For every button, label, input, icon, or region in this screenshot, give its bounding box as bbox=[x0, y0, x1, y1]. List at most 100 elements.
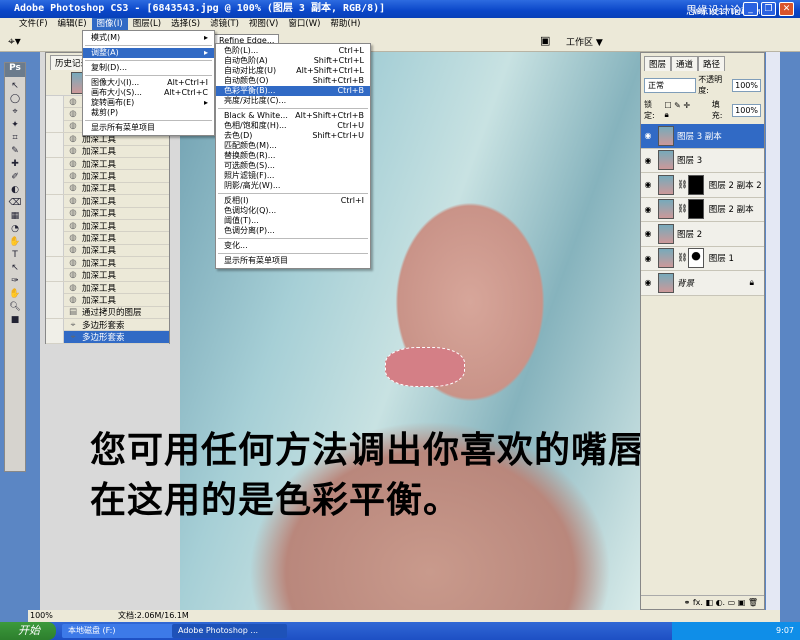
menu-item[interactable]: 裁剪(P) bbox=[83, 108, 214, 118]
history-item[interactable]: ◍ 加深工具 bbox=[46, 145, 169, 158]
history-item[interactable]: ◍ 加深工具 bbox=[46, 157, 169, 171]
tool-10-icon[interactable]: ▦ bbox=[5, 211, 25, 224]
history-source-checkbox[interactable] bbox=[46, 293, 64, 306]
eye-icon[interactable]: ◉ bbox=[641, 131, 655, 140]
menu-item[interactable]: 自动颜色(O) Shift+Ctrl+B bbox=[216, 76, 370, 86]
menu-item[interactable]: 显示所有菜单项目 bbox=[216, 256, 370, 266]
tool-17-icon[interactable]: 🔍︎ bbox=[5, 302, 25, 315]
history-source-checkbox[interactable] bbox=[46, 108, 64, 121]
eye-icon[interactable]: ◉ bbox=[641, 156, 655, 165]
close-button[interactable]: ✕ bbox=[779, 2, 794, 16]
menu-item[interactable]: 模式(M) ▸ bbox=[83, 33, 214, 43]
history-source-checkbox[interactable] bbox=[46, 95, 64, 108]
menu-item[interactable]: 变化... bbox=[216, 241, 370, 251]
history-source-checkbox[interactable] bbox=[46, 145, 64, 158]
history-item[interactable]: ◍ 加深工具 bbox=[46, 170, 169, 183]
menu-item[interactable]: 色彩平衡(B)... Ctrl+B bbox=[216, 86, 370, 96]
history-item[interactable]: ⌖ 多边形套索 bbox=[46, 331, 169, 344]
history-source-checkbox[interactable] bbox=[46, 269, 64, 282]
menu-item[interactable]: 阴影/高光(W)... bbox=[216, 181, 370, 191]
history-item[interactable]: ◍ 加深工具 bbox=[46, 269, 169, 282]
menu-item[interactable]: 画布大小(S)... Alt+Ctrl+C bbox=[83, 88, 214, 98]
layer-row[interactable]: ◉ 背景 🔒︎ bbox=[641, 271, 764, 296]
history-item[interactable]: ▤ 通过拷贝的图层 bbox=[46, 306, 169, 320]
history-item[interactable]: ⌖ 多边形套索 bbox=[46, 318, 169, 332]
layer-row[interactable]: ◉ ⛓ 图层 2 副本 2 bbox=[641, 173, 764, 198]
history-source-checkbox[interactable] bbox=[46, 331, 64, 344]
history-source-checkbox[interactable] bbox=[46, 219, 64, 232]
menu-item[interactable]: 反相(I) Ctrl+I bbox=[216, 196, 370, 206]
menu-item[interactable]: Black & White... Alt+Shift+Ctrl+B bbox=[216, 111, 370, 121]
history-source-checkbox[interactable] bbox=[46, 256, 64, 269]
menu-item[interactable]: 色相/饱和度(H)... Ctrl+U bbox=[216, 121, 370, 131]
task-local-disk[interactable]: 本地磁盘 (F:) bbox=[62, 624, 177, 638]
history-item[interactable]: ◍ 加深工具 bbox=[46, 182, 169, 196]
menu-0[interactable]: 文件(F) bbox=[14, 18, 53, 31]
menu-item[interactable]: 色调均化(Q)... bbox=[216, 206, 370, 216]
start-button[interactable]: 开始 bbox=[0, 622, 56, 640]
menu-item[interactable]: 替换颜色(R)... bbox=[216, 151, 370, 161]
blend-mode-select[interactable]: 正常 bbox=[644, 77, 697, 93]
menu-item[interactable]: 自动色阶(A) Shift+Ctrl+L bbox=[216, 56, 370, 66]
tool-12-icon[interactable]: ✋ bbox=[5, 237, 25, 250]
tool-7-icon[interactable]: ✐ bbox=[5, 172, 25, 185]
tool-8-icon[interactable]: ◐ bbox=[5, 185, 25, 198]
menu-item[interactable]: 色阶(L)... Ctrl+L bbox=[216, 46, 370, 56]
history-item[interactable]: ◍ 加深工具 bbox=[46, 219, 169, 233]
tool-1-icon[interactable]: ◯ bbox=[5, 94, 25, 107]
layer-row[interactable]: ◉ ⛓ 图层 2 副本 bbox=[641, 197, 764, 222]
zoom-level[interactable]: 100% bbox=[30, 610, 53, 622]
minimize-button[interactable]: _ bbox=[743, 2, 758, 16]
layer-row[interactable]: ◉ 图层 3 副本 bbox=[641, 124, 764, 149]
history-item[interactable]: ◍ 加深工具 bbox=[46, 256, 169, 270]
menu-item[interactable]: 色调分离(P)... bbox=[216, 226, 370, 236]
tool-6-icon[interactable]: ✚ bbox=[5, 159, 25, 172]
menu-7[interactable]: 窗口(W) bbox=[283, 18, 325, 31]
history-source-checkbox[interactable] bbox=[46, 232, 64, 244]
history-source-checkbox[interactable] bbox=[46, 194, 64, 207]
menu-item[interactable]: 匹配颜色(M)... bbox=[216, 141, 370, 151]
tool-14-icon[interactable]: ↖ bbox=[5, 263, 25, 276]
lock-icons[interactable]: ☐ ✎ ✛ 🔒︎ bbox=[664, 101, 694, 120]
tab-layers[interactable]: 图层 bbox=[644, 56, 672, 71]
file-browser-icon[interactable]: ▣ bbox=[540, 34, 550, 47]
menu-item[interactable]: 自动对比度(U) Alt+Shift+Ctrl+L bbox=[216, 66, 370, 76]
eye-icon[interactable]: ◉ bbox=[641, 278, 655, 287]
menu-6[interactable]: 视图(V) bbox=[244, 18, 283, 31]
tab-paths[interactable]: 路径 bbox=[698, 56, 726, 71]
scrollbar[interactable] bbox=[766, 52, 780, 622]
history-source-checkbox[interactable] bbox=[46, 132, 64, 145]
layer-row[interactable]: ◉ ⛓ 图层 1 bbox=[641, 246, 764, 271]
history-source-checkbox[interactable] bbox=[46, 182, 64, 195]
history-source-checkbox[interactable] bbox=[46, 170, 64, 183]
tab-channels[interactable]: 通道 bbox=[671, 56, 699, 71]
tool-0-icon[interactable]: ↖ bbox=[5, 81, 25, 94]
lasso-tool-preset-icon[interactable]: ⌖▾ bbox=[8, 34, 21, 49]
menu-item[interactable]: 可选颜色(S)... bbox=[216, 161, 370, 171]
history-item[interactable]: ◍ 加深工具 bbox=[46, 281, 169, 295]
tool-16-icon[interactable]: ✋ bbox=[5, 289, 25, 302]
menu-item[interactable]: 调整(A) ▸ bbox=[83, 48, 214, 58]
menu-item[interactable]: 亮度/对比度(C)... bbox=[216, 96, 370, 106]
tool-5-icon[interactable]: ✎ bbox=[5, 146, 25, 159]
menu-item[interactable]: 阈值(T)... bbox=[216, 216, 370, 226]
tool-15-icon[interactable]: ✑ bbox=[5, 276, 25, 289]
task-photoshop[interactable]: Adobe Photoshop ... bbox=[172, 624, 287, 638]
maximize-button[interactable]: ❐ bbox=[761, 2, 776, 16]
menu-8[interactable]: 帮助(H) bbox=[325, 18, 365, 31]
history-source-checkbox[interactable] bbox=[46, 207, 64, 220]
menu-item[interactable]: 旋转画布(E) ▸ bbox=[83, 98, 214, 108]
eye-icon[interactable]: ◉ bbox=[641, 180, 655, 189]
history-item[interactable]: ◍ 加深工具 bbox=[46, 194, 169, 208]
fill-input[interactable]: 100% bbox=[732, 103, 762, 117]
tool-18-icon[interactable]: ■ bbox=[5, 315, 25, 328]
history-item[interactable]: ◍ 加深工具 bbox=[46, 207, 169, 220]
menu-item[interactable]: 复制(D)... bbox=[83, 63, 214, 73]
history-source-checkbox[interactable] bbox=[46, 306, 64, 319]
eye-icon[interactable]: ◉ bbox=[641, 229, 655, 238]
layer-row[interactable]: ◉ 图层 2 bbox=[641, 222, 764, 247]
eye-icon[interactable]: ◉ bbox=[641, 205, 655, 214]
history-source-checkbox[interactable] bbox=[46, 281, 64, 294]
opacity-input[interactable]: 100% bbox=[732, 78, 761, 92]
menu-item[interactable]: 图像大小(I)... Alt+Ctrl+I bbox=[83, 78, 214, 88]
